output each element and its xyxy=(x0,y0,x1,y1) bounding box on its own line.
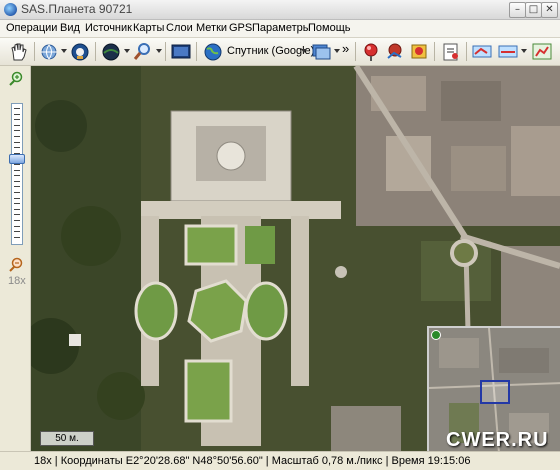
slider-tick xyxy=(14,236,20,238)
slider-tick xyxy=(14,197,20,199)
zoom-level-label: 18x xyxy=(8,275,26,287)
slider-tick xyxy=(14,108,20,109)
menu-bar: Операции Вид Источник Карты Слои Метки G… xyxy=(0,20,560,38)
slider-tick xyxy=(14,186,20,188)
earth-layers-icon[interactable] xyxy=(100,41,122,62)
zoom-panel: 18x xyxy=(0,66,31,451)
search-zoom-icon[interactable] xyxy=(132,41,154,62)
watermark-text: CWER.RU xyxy=(446,429,549,451)
menu-layers[interactable]: Слои xyxy=(166,22,193,34)
toolbar-separator xyxy=(95,42,96,61)
zoom-slider-thumb[interactable] xyxy=(9,154,25,164)
status-bar: 18x | Координаты E2°20'28.68" N48°50'56.… xyxy=(0,451,560,470)
add-placemark-icon[interactable] xyxy=(360,41,382,62)
toolbar-overflow-icon[interactable]: » xyxy=(342,41,349,56)
chevron-down-icon[interactable] xyxy=(156,49,162,53)
marks-list-icon[interactable] xyxy=(440,41,462,62)
chevron-down-icon[interactable] xyxy=(301,49,307,53)
fullscreen-monitor-icon[interactable] xyxy=(170,41,192,62)
menu-settings[interactable]: Параметры xyxy=(252,22,311,34)
chevron-down-icon[interactable] xyxy=(124,49,130,53)
slider-tick xyxy=(14,203,20,205)
toolbar-separator xyxy=(196,42,197,61)
zoom-slider[interactable] xyxy=(9,103,25,245)
maximize-button[interactable]: □ xyxy=(525,2,542,18)
window-title: SAS.Планета 90721 xyxy=(21,2,133,16)
chevron-down-icon[interactable] xyxy=(334,49,340,53)
toolbar-separator xyxy=(355,42,356,61)
slider-tick xyxy=(14,231,20,233)
toolbar-separator xyxy=(466,42,467,61)
menu-view[interactable]: Вид xyxy=(60,22,80,34)
menu-maps[interactable]: Карты xyxy=(133,22,164,34)
ruler-route-icon[interactable] xyxy=(497,41,519,62)
toolbar-separator xyxy=(434,42,435,61)
minimize-button[interactable]: – xyxy=(509,2,526,18)
chevron-down-icon[interactable] xyxy=(521,49,527,53)
slider-tick xyxy=(14,220,20,221)
slider-tick xyxy=(14,113,20,115)
measure-distance-icon[interactable] xyxy=(471,41,493,62)
menu-operations[interactable]: Операции xyxy=(6,22,57,34)
slider-tick xyxy=(14,192,20,193)
hand-pan-icon[interactable] xyxy=(8,41,30,62)
map-scale-label: 50 м. xyxy=(40,431,94,446)
zoom-out-icon[interactable] xyxy=(9,257,24,272)
slider-tick xyxy=(14,214,20,216)
gps-tracking-icon[interactable] xyxy=(531,41,553,62)
slider-tick xyxy=(14,180,20,182)
slider-tick xyxy=(14,147,20,149)
title-bar[interactable]: SAS.Планета 90721 – □ ✕ xyxy=(0,0,560,20)
slider-tick xyxy=(14,124,20,126)
satellite-globe-icon[interactable] xyxy=(202,41,224,62)
minimap-viewport-frame[interactable] xyxy=(480,380,510,404)
menu-marks[interactable]: Метки xyxy=(196,22,227,34)
slider-tick xyxy=(14,130,20,132)
slider-tick xyxy=(14,208,20,210)
layers-stack-icon[interactable] xyxy=(310,41,332,62)
add-polygon-icon[interactable] xyxy=(408,41,430,62)
slider-tick xyxy=(14,175,20,177)
slider-tick xyxy=(14,169,20,171)
sas-planet-window: SAS.Планета 90721 – □ ✕ Операции Вид Ист… xyxy=(0,0,560,470)
slider-tick xyxy=(14,164,20,165)
slider-tick xyxy=(14,225,20,227)
globe-app-icon xyxy=(4,3,17,16)
close-button[interactable]: ✕ xyxy=(541,2,558,18)
menu-gps[interactable]: GPS xyxy=(229,22,252,34)
slider-tick xyxy=(14,136,20,137)
slider-tick xyxy=(14,119,20,121)
minimap-toggle-icon[interactable] xyxy=(431,330,441,340)
map-viewport[interactable]: 50 м. CWER.RU xyxy=(31,66,560,451)
navigation-compass-icon[interactable] xyxy=(69,41,91,62)
toolbar-separator xyxy=(34,42,35,61)
add-path-icon[interactable] xyxy=(384,41,406,62)
main-toolbar: Спутник (Google) » xyxy=(0,38,560,66)
status-text: 18x | Координаты E2°20'28.68" N48°50'56.… xyxy=(34,455,471,467)
slider-tick xyxy=(14,141,20,143)
chevron-down-icon[interactable] xyxy=(61,49,67,53)
zoom-in-icon[interactable] xyxy=(9,71,24,86)
menu-source[interactable]: Источник xyxy=(85,22,132,34)
toolbar-separator xyxy=(165,42,166,61)
settings-globe-icon[interactable] xyxy=(38,41,60,62)
menu-help[interactable]: Помощь xyxy=(308,22,351,34)
